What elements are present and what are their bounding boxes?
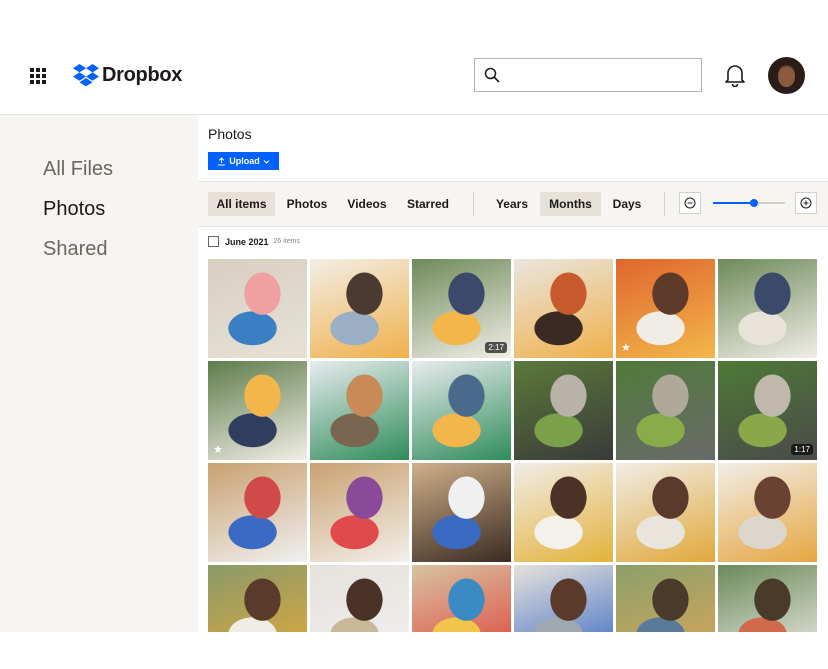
- search-icon: [484, 67, 500, 83]
- top-bar: Dropbox: [0, 0, 828, 115]
- main-content: Photos Upload All items Photos Videos St…: [198, 115, 828, 632]
- photo-thumbnail[interactable]: [718, 259, 817, 358]
- search-input[interactable]: [474, 58, 702, 92]
- photo-thumbnail[interactable]: [310, 259, 409, 358]
- photo-grid: 2:17 ★ ★ 1:17: [208, 259, 828, 632]
- select-group-checkbox[interactable]: [208, 236, 219, 247]
- footer-area: [0, 632, 828, 669]
- star-icon: ★: [621, 342, 631, 354]
- photo-thumbnail[interactable]: [412, 361, 511, 460]
- zoom-in-button[interactable]: [795, 192, 817, 214]
- brand-name: Dropbox: [102, 63, 183, 86]
- sidebar-item-shared[interactable]: Shared: [43, 238, 108, 261]
- sidebar: All Files Photos Shared: [0, 115, 198, 632]
- bell-icon[interactable]: [724, 63, 746, 87]
- photo-thumbnail[interactable]: [514, 565, 613, 632]
- chevron-down-icon: [263, 159, 270, 164]
- divider: [664, 192, 665, 216]
- photo-thumbnail[interactable]: [616, 565, 715, 632]
- dropbox-icon: [73, 64, 99, 87]
- photo-thumbnail[interactable]: [616, 361, 715, 460]
- tab-months[interactable]: Months: [540, 192, 601, 216]
- group-count: 26 items: [273, 238, 300, 245]
- tab-all-items[interactable]: All items: [208, 192, 275, 216]
- sidebar-item-all-files[interactable]: All Files: [43, 158, 113, 181]
- tab-videos[interactable]: Videos: [340, 192, 394, 216]
- plus-circle-icon: [800, 197, 812, 209]
- group-date: June 2021: [225, 236, 269, 247]
- video-duration-badge: 2:17: [485, 342, 507, 353]
- upload-label: Upload: [229, 156, 260, 166]
- video-duration-badge: 1:17: [791, 444, 813, 455]
- tab-starred[interactable]: Starred: [400, 192, 456, 216]
- photo-thumbnail[interactable]: [616, 463, 715, 562]
- tab-days[interactable]: Days: [607, 192, 647, 216]
- photo-thumbnail[interactable]: [718, 565, 817, 632]
- photo-thumbnail[interactable]: [514, 463, 613, 562]
- filter-bar: All items Photos Videos Starred Years Mo…: [198, 181, 828, 227]
- photo-thumbnail[interactable]: [412, 565, 511, 632]
- app-grid-icon[interactable]: [30, 68, 47, 85]
- photo-thumbnail[interactable]: [310, 463, 409, 562]
- photo-thumbnail[interactable]: 1:17: [718, 361, 817, 460]
- avatar[interactable]: [768, 57, 805, 94]
- upload-button[interactable]: Upload: [208, 152, 279, 170]
- minus-circle-icon: [684, 197, 696, 209]
- photo-thumbnail[interactable]: [514, 259, 613, 358]
- divider: [473, 192, 474, 216]
- zoom-slider-thumb[interactable]: [750, 199, 759, 207]
- photo-thumbnail[interactable]: [718, 463, 817, 562]
- page-title: Photos: [208, 126, 252, 142]
- tab-years[interactable]: Years: [490, 192, 534, 216]
- star-icon: ★: [213, 444, 223, 456]
- zoom-slider-fill: [713, 202, 755, 204]
- dropbox-logo[interactable]: Dropbox: [73, 63, 182, 87]
- photo-thumbnail[interactable]: [208, 463, 307, 562]
- photo-thumbnail[interactable]: ★: [616, 259, 715, 358]
- photo-thumbnail[interactable]: 2:17: [412, 259, 511, 358]
- photo-thumbnail[interactable]: ★: [208, 361, 307, 460]
- photo-thumbnail[interactable]: [310, 565, 409, 632]
- zoom-out-button[interactable]: [679, 192, 701, 214]
- photo-thumbnail[interactable]: [208, 565, 307, 632]
- photo-thumbnail[interactable]: [310, 361, 409, 460]
- date-group-header: June 2021 26 items: [208, 236, 300, 247]
- photo-thumbnail[interactable]: [412, 463, 511, 562]
- upload-icon: [218, 156, 226, 165]
- photo-thumbnail[interactable]: [208, 259, 307, 358]
- tab-photos[interactable]: Photos: [280, 192, 334, 216]
- zoom-slider[interactable]: [713, 199, 785, 207]
- sidebar-item-photos[interactable]: Photos: [43, 198, 105, 221]
- photo-thumbnail[interactable]: [514, 361, 613, 460]
